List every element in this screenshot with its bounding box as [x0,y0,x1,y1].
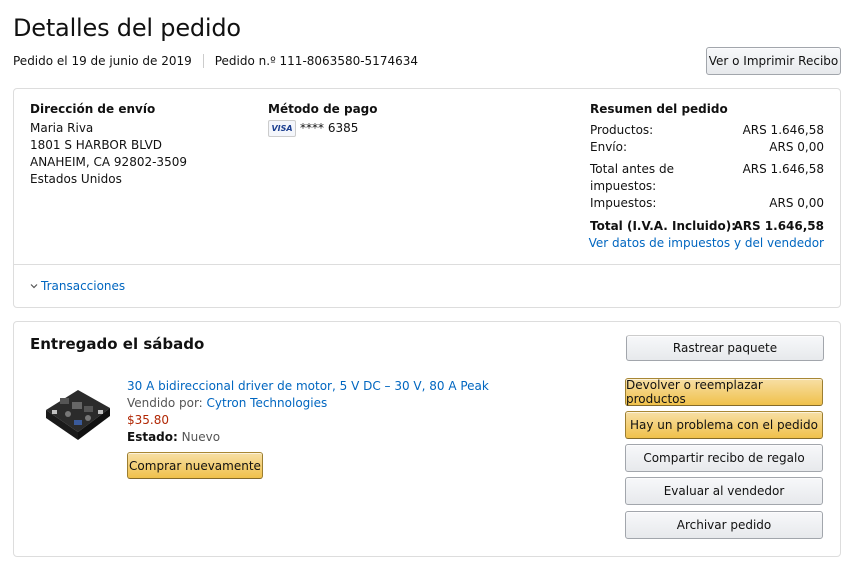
condition-label: Estado: [127,430,178,444]
pretax-value: ARS 1.646,58 [742,162,824,176]
divider [14,264,840,265]
product-title-link[interactable]: 30 A bidireccional driver de motor, 5 V … [127,379,489,393]
summary-heading: Resumen del pedido [590,102,728,116]
total-label: Total (I.V.A. Incluido): [590,219,737,233]
seller-link[interactable]: Cytron Technologies [207,396,328,410]
motor-driver-board-image [46,390,110,440]
address-country: Estados Unidos [30,172,122,186]
sold-by-label: Vendido por: [127,396,203,410]
total-value: ARS 1.646,58 [733,219,824,233]
page-title: Detalles del pedido [13,14,241,42]
payment-card: VISA **** 6385 [268,120,378,137]
track-package-button[interactable]: Rastrear paquete [626,335,824,361]
shipping-heading: Dirección de envío [30,102,156,116]
products-label: Productos: [590,123,654,137]
shipping-address-section: Dirección de envío Maria Riva 1801 S HAR… [30,102,187,188]
tax-value: ARS 0,00 [769,196,824,210]
return-replace-button[interactable]: Devolver o reemplazar productos [625,378,823,406]
pretax-label-line1: Total antes de [590,162,674,176]
order-number: Pedido n.º 111-8063580-5174634 [214,54,418,68]
transactions-label: Transacciones [41,279,126,293]
pretax-label-line2: impuestos: [590,179,657,193]
shipping-cost-label: Envío: [590,140,628,154]
share-gift-receipt-button[interactable]: Compartir recibo de regalo [625,444,823,472]
recipient-name: Maria Riva [30,121,94,135]
product-image[interactable] [38,380,114,450]
view-print-receipt-button[interactable]: Ver o Imprimir Recibo [706,47,841,75]
transactions-toggle[interactable]: Transacciones [30,279,125,293]
product-condition: Estado: Nuevo [127,430,220,444]
condition-value: Nuevo [181,430,221,444]
payment-method-section: Método de pago VISA **** 6385 [268,102,378,137]
order-meta: Pedido el 19 de junio de 2019 Pedido n.º… [13,54,418,68]
address-line-2: ANAHEIM, CA 92802-3509 [30,155,187,169]
products-value: ARS 1.646,58 [742,123,824,137]
divider [202,54,204,68]
payment-heading: Método de pago [268,102,378,116]
visa-card-icon: VISA [268,120,296,137]
buy-again-button[interactable]: Comprar nuevamente [127,452,263,479]
tax-label: Impuestos: [590,196,657,210]
product-price: $35.80 [127,413,169,427]
order-date: Pedido el 19 de junio de 2019 [13,54,192,68]
problem-with-order-button[interactable]: Hay un problema con el pedido [625,411,823,439]
sold-by: Vendido por: Cytron Technologies [127,396,327,410]
card-last4: **** 6385 [300,121,359,135]
delivery-status: Entregado el sábado [30,335,205,353]
chevron-down-icon [30,284,38,289]
shipping-cost-value: ARS 0,00 [769,140,824,154]
tax-seller-info-link[interactable]: Ver datos de impuestos y del vendedor [589,236,824,250]
address-line-1: 1801 S HARBOR BLVD [30,138,163,152]
rate-seller-button[interactable]: Evaluar al vendedor [625,477,823,505]
archive-order-button[interactable]: Archivar pedido [625,511,823,539]
